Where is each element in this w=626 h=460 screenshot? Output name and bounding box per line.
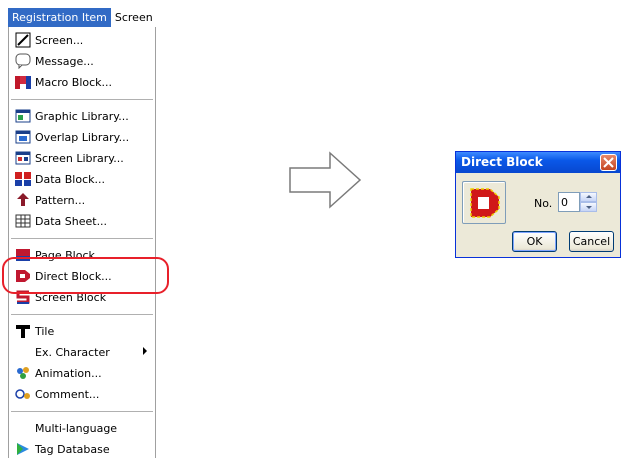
menu-item-label: Overlap Library...: [35, 130, 130, 144]
menu-item-label: Data Block...: [35, 172, 106, 186]
menu-item-tag-database[interactable]: Tag Database: [9, 439, 155, 459]
close-icon: [603, 157, 614, 168]
menu-item-label: Data Sheet...: [35, 214, 108, 228]
menu-item-label: Screen...: [35, 33, 84, 47]
data-block-icon: [15, 171, 31, 187]
tile-icon: [15, 323, 31, 339]
direct-block-dialog: Direct Block No. OK Cancel: [455, 151, 621, 258]
menu-item-data-sheet[interactable]: Data Sheet...: [9, 211, 155, 231]
menu-item-multi-language[interactable]: Multi-language: [9, 418, 155, 438]
no-spinner[interactable]: [580, 192, 597, 212]
menu-item-data-block[interactable]: Data Block...: [9, 169, 155, 189]
menu-item-animation[interactable]: Animation...: [9, 363, 155, 383]
menu-item-label: Multi-language: [35, 421, 118, 435]
menu-item-macro-block[interactable]: Macro Block...: [9, 72, 155, 92]
menu-item-label: Pattern...: [35, 193, 86, 207]
menu-item-label: Message...: [35, 54, 94, 68]
direct-block-icon: [470, 188, 500, 218]
pattern-icon: [15, 192, 31, 208]
direct-block-icon-button[interactable]: [462, 181, 506, 224]
menu-item-label: Tag Database: [35, 442, 110, 456]
overlap-library-icon: [15, 129, 31, 145]
menu-registration-item[interactable]: Registration Item: [8, 8, 111, 27]
chevron-up-icon: [586, 195, 592, 198]
spin-down-button[interactable]: [580, 202, 597, 212]
menu-item-label: Animation...: [35, 366, 102, 380]
dialog-title: Direct Block: [461, 155, 543, 169]
animation-icon: [15, 365, 31, 381]
menu-item-label: Ex. Character: [35, 345, 110, 359]
menu-separator: [11, 238, 153, 239]
menu-item-label: Macro Block...: [35, 75, 113, 89]
menu-item-overlap-library[interactable]: Overlap Library...: [9, 127, 155, 147]
no-input[interactable]: [558, 192, 580, 212]
menu-screen[interactable]: Screen: [111, 8, 153, 27]
menu-item-tile[interactable]: Tile: [9, 321, 155, 341]
spin-up-button[interactable]: [580, 192, 597, 202]
screen-library-icon: [15, 150, 31, 166]
macro-block-icon: [15, 74, 31, 90]
cancel-button[interactable]: Cancel: [569, 231, 614, 252]
chevron-down-icon: [586, 206, 592, 209]
menu-separator: [11, 314, 153, 315]
registration-item-dropdown: Screen... Message... Macro Block... Grap…: [8, 27, 156, 458]
highlight-outline: [2, 257, 169, 294]
menu-item-message[interactable]: Message...: [9, 51, 155, 71]
menu-item-pattern[interactable]: Pattern...: [9, 190, 155, 210]
comment-icon: [15, 386, 31, 402]
menu-item-ex-character[interactable]: Ex. Character: [9, 342, 155, 362]
menu-item-graphic-library[interactable]: Graphic Library...: [9, 106, 155, 126]
menu-item-label: Screen Library...: [35, 151, 124, 165]
menu-item-screen-library[interactable]: Screen Library...: [9, 148, 155, 168]
menu-item-label: Graphic Library...: [35, 109, 129, 123]
menu-item-screen[interactable]: Screen...: [9, 30, 155, 50]
menu-bar: Registration Item Screen: [8, 8, 156, 27]
menu-separator: [11, 411, 153, 412]
message-icon: [15, 53, 31, 70]
data-sheet-icon: [15, 213, 31, 229]
tag-database-icon: [15, 441, 31, 457]
ok-button[interactable]: OK: [512, 231, 557, 252]
dialog-title-bar[interactable]: Direct Block: [456, 152, 620, 173]
menu-separator: [11, 99, 153, 100]
menu-item-comment[interactable]: Comment...: [9, 384, 155, 404]
screen-icon: [15, 32, 31, 48]
right-arrow-icon: [289, 151, 362, 209]
submenu-arrow-icon: [143, 347, 147, 355]
graphic-library-icon: [15, 108, 31, 124]
menu-item-label: Comment...: [35, 387, 100, 401]
close-button[interactable]: [600, 154, 617, 171]
no-label: No.: [534, 197, 553, 210]
menu-item-label: Tile: [35, 324, 55, 338]
